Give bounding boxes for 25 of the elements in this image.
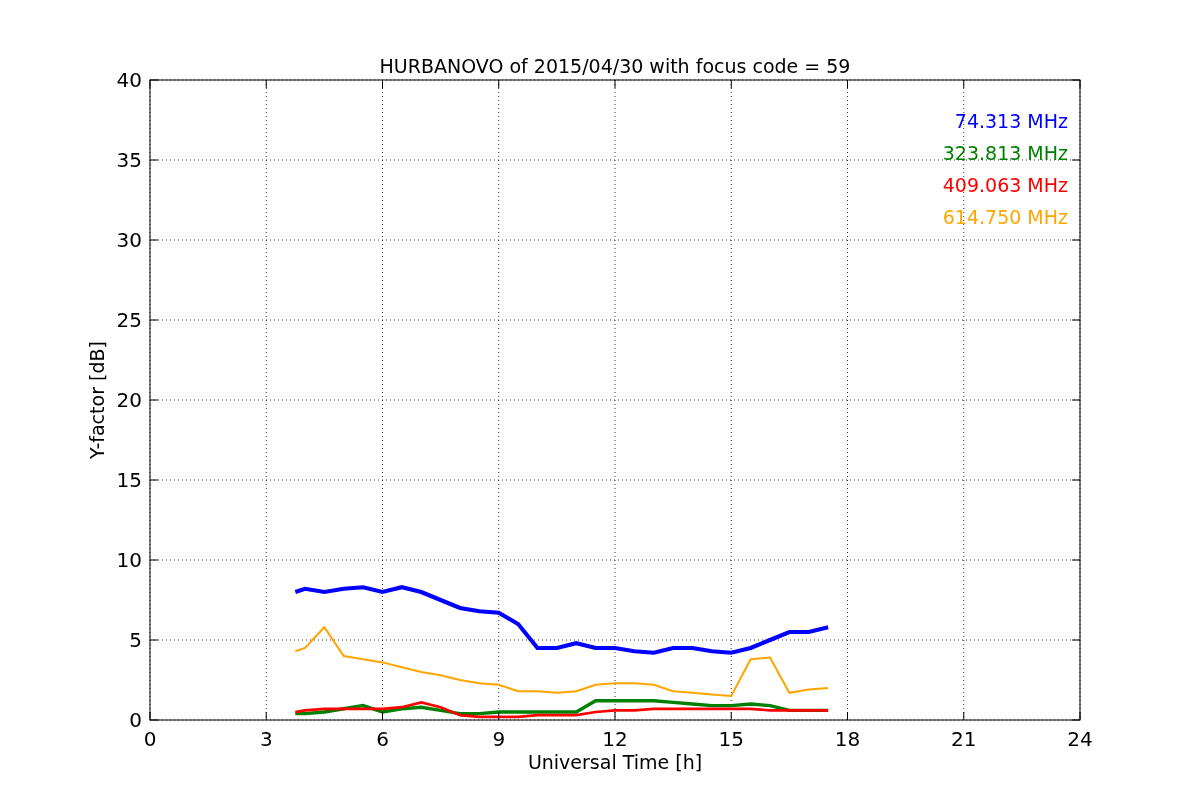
axis-tick-label: 30 <box>116 228 142 252</box>
axis-tick-label: 6 <box>376 727 389 751</box>
axis-tick-label: 10 <box>116 548 142 572</box>
axis-tick-label: 20 <box>116 388 142 412</box>
y-axis-label: Y-factor [dB] <box>86 341 108 459</box>
legend-label: 74.313 MHz <box>954 110 1068 132</box>
axis-tick-label: 40 <box>116 68 142 92</box>
x-axis-label: Universal Time [h] <box>527 751 703 773</box>
axis-tick-label: 3 <box>259 727 273 751</box>
legend-label: 614.750 MHz <box>942 206 1068 228</box>
axis-tick-label: 18 <box>834 727 861 751</box>
axis-tick-label: 15 <box>116 468 142 492</box>
legend-label: 409.063 MHz <box>942 174 1068 196</box>
axis-tick-label: 35 <box>116 148 142 172</box>
axis-tick-label: 24 <box>1067 727 1093 751</box>
axis-tick-label: 15 <box>718 727 744 751</box>
axis-tick-label: 5 <box>129 628 142 652</box>
legend-label: 323.813 MHz <box>942 142 1068 164</box>
chart-title: HURBANOVO of 2015/04/30 with focus code = 59 <box>379 55 851 77</box>
axis-tick-label: 25 <box>116 308 142 332</box>
axis-tick-label: 0 <box>143 727 157 751</box>
axis-tick-label: 9 <box>492 727 506 751</box>
axis-tick-label: 21 <box>951 727 977 751</box>
axis-tick-label: 0 <box>129 708 142 732</box>
axis-tick-label: 12 <box>602 727 628 751</box>
